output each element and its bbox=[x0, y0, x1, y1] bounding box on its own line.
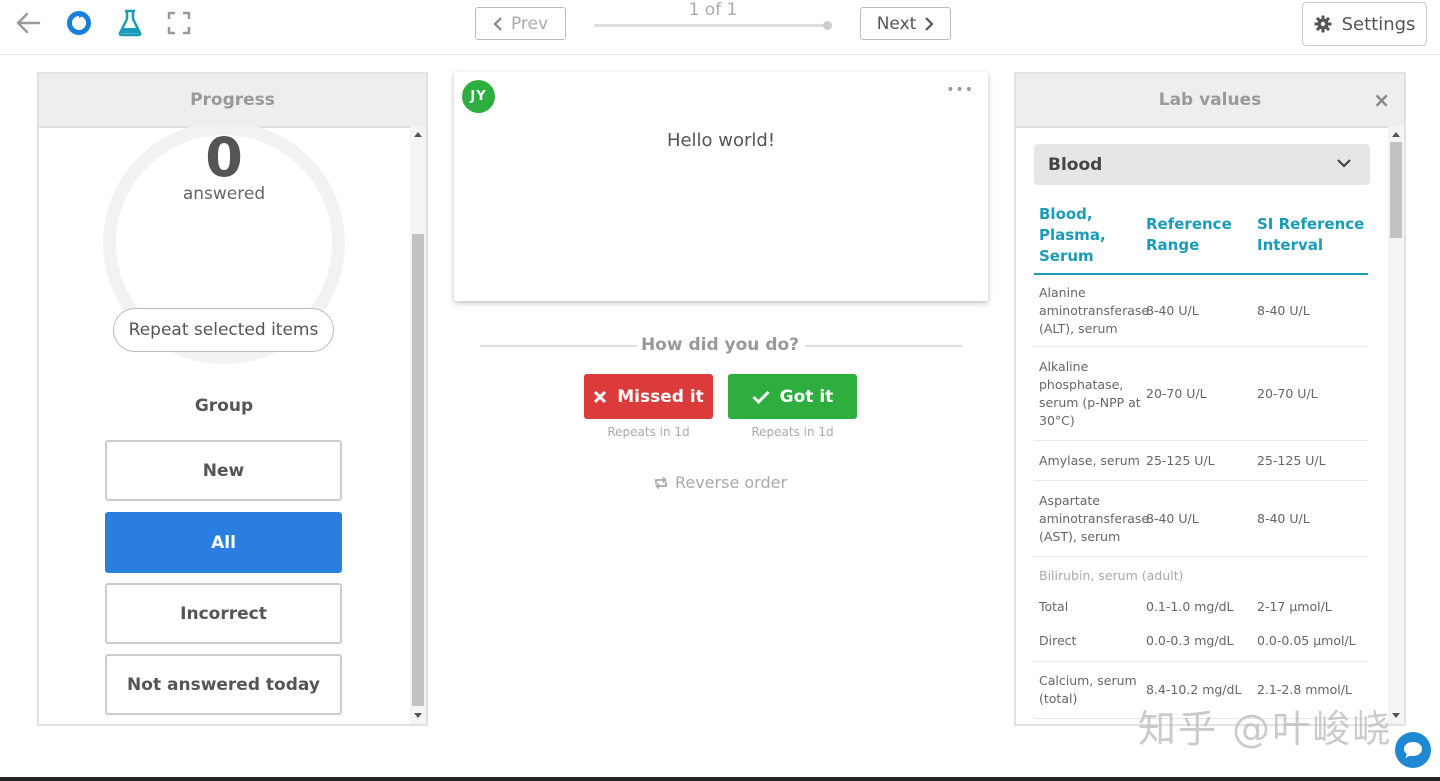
more-options-icon[interactable]: ••• bbox=[946, 82, 974, 98]
flask-icon[interactable] bbox=[115, 8, 145, 38]
scroll-down-arrow-icon[interactable] bbox=[414, 713, 422, 718]
table-row: Aspartate aminotransferase (AST), serum … bbox=[1034, 481, 1368, 557]
table-cell: 0.0-0.3 mg/dL bbox=[1146, 633, 1234, 648]
missed-it-label: Missed it bbox=[617, 386, 704, 407]
table-cell: 2-17 μmol/L bbox=[1257, 599, 1332, 614]
table-cell: 2.1-2.8 mmol/L bbox=[1257, 682, 1352, 697]
divider-left bbox=[480, 345, 637, 347]
lab-table-header: Blood, Plasma, Serum Reference Range SI … bbox=[1034, 204, 1368, 275]
group-new-button[interactable]: New bbox=[105, 440, 342, 501]
flashcard[interactable]: JY ••• Hello world! bbox=[454, 72, 988, 301]
chat-bubble-button[interactable] bbox=[1395, 732, 1431, 768]
group-all-button[interactable]: All bbox=[105, 512, 342, 573]
chevron-right-icon bbox=[925, 16, 934, 31]
missed-it-button[interactable]: Missed it bbox=[584, 374, 713, 419]
settings-button[interactable]: Settings bbox=[1302, 2, 1427, 46]
answered-count: 0 bbox=[205, 126, 243, 189]
back-arrow-icon[interactable] bbox=[13, 8, 43, 38]
answered-label: answered bbox=[182, 184, 266, 204]
progress-scrollbar[interactable] bbox=[410, 126, 426, 724]
group-incorrect-button[interactable]: Incorrect bbox=[105, 583, 342, 644]
bilirubin-section-label: Bilirubin, serum (adult) bbox=[1039, 568, 1184, 583]
retweet-icon bbox=[655, 476, 667, 489]
top-toolbar: Prev 1 of 1 Next Settings bbox=[0, 0, 1440, 55]
got-it-button[interactable]: Got it bbox=[728, 374, 857, 419]
lab-category-value: Blood bbox=[1048, 154, 1103, 175]
next-button[interactable]: Next bbox=[860, 7, 951, 40]
lab-category-select[interactable]: Blood bbox=[1034, 144, 1370, 185]
gear-icon bbox=[1314, 15, 1332, 33]
chat-icon bbox=[1404, 742, 1422, 758]
refresh-circle-icon[interactable] bbox=[64, 8, 94, 38]
table-row: Alanine aminotransferase (ALT), serum 8-… bbox=[1034, 275, 1368, 347]
fullscreen-icon[interactable] bbox=[164, 8, 194, 38]
table-cell: 0.0-0.05 μmol/L bbox=[1257, 633, 1356, 648]
item-progress-handle[interactable] bbox=[823, 21, 832, 30]
item-progress-track[interactable] bbox=[594, 24, 826, 27]
table-cell: 25-125 U/L bbox=[1146, 452, 1215, 468]
table-cell: Direct bbox=[1039, 633, 1077, 648]
repeat-selected-button[interactable]: Repeat selected items bbox=[113, 308, 334, 352]
prev-label: Prev bbox=[510, 13, 549, 34]
table-cell: 8-40 U/L bbox=[1146, 510, 1199, 526]
table-row: Total 0.1-1.0 mg/dL 2-17 μmol/L bbox=[1034, 593, 1368, 621]
table-row: Alkaline phosphatase, serum (p-NPP at 30… bbox=[1034, 347, 1368, 441]
table-cell: Calcium, serum (total) bbox=[1039, 673, 1137, 706]
lab-scrollbar[interactable] bbox=[1388, 126, 1404, 724]
chevron-left-icon bbox=[493, 16, 502, 31]
lab-table: Blood, Plasma, Serum Reference Range SI … bbox=[1034, 204, 1368, 719]
scroll-up-arrow-icon[interactable] bbox=[1392, 132, 1400, 137]
got-it-label: Got it bbox=[779, 386, 834, 407]
scroll-up-arrow-icon[interactable] bbox=[414, 132, 422, 137]
check-icon bbox=[752, 390, 770, 404]
table-cell: 25-125 U/L bbox=[1257, 452, 1326, 468]
chevron-down-icon bbox=[1337, 159, 1351, 168]
next-label: Next bbox=[876, 13, 917, 34]
close-icon bbox=[594, 390, 607, 403]
table-cell: Aspartate aminotransferase (AST), serum bbox=[1039, 492, 1150, 544]
reverse-order-label: Reverse order bbox=[674, 473, 788, 492]
table-row: Direct 0.0-0.3 mg/dL 0.0-0.05 μmol/L bbox=[1034, 621, 1368, 662]
table-cell: Alkaline phosphatase, serum (p-NPP at 30… bbox=[1039, 358, 1141, 428]
table-cell: Total bbox=[1039, 599, 1069, 614]
missed-repeat-note: Repeats in 1d bbox=[607, 425, 690, 439]
group-title: Group bbox=[194, 396, 254, 416]
table-cell: 8.4-10.2 mg/dL bbox=[1146, 682, 1242, 697]
avatar[interactable]: JY bbox=[462, 80, 495, 113]
bottom-edge bbox=[0, 777, 1440, 781]
table-cell: 20-70 U/L bbox=[1257, 385, 1318, 401]
table-row: Amylase, serum 25-125 U/L 25-125 U/L bbox=[1034, 441, 1368, 481]
lab-header-name: Blood, Plasma, Serum bbox=[1039, 205, 1106, 265]
settings-label: Settings bbox=[1341, 13, 1416, 35]
table-cell: Alanine aminotransferase (ALT), serum bbox=[1039, 284, 1150, 336]
prev-button[interactable]: Prev bbox=[475, 7, 566, 40]
group-not-answered-today-button[interactable]: Not answered today bbox=[105, 654, 342, 715]
progress-panel-body: 0 answered Repeat selected items Group N… bbox=[39, 126, 409, 724]
table-cell: 0.1-1.0 mg/dL bbox=[1146, 599, 1234, 614]
review-prompt: How did you do? bbox=[640, 335, 800, 355]
table-cell: 8-40 U/L bbox=[1257, 302, 1310, 318]
lab-values-panel: Lab values × Blood Blood, Plasma, Serum … bbox=[1014, 72, 1406, 726]
lab-scroll-thumb[interactable] bbox=[1390, 142, 1402, 238]
reverse-order-button[interactable]: Reverse order bbox=[600, 473, 840, 492]
scroll-down-arrow-icon[interactable] bbox=[1392, 713, 1400, 718]
close-icon[interactable]: × bbox=[1373, 88, 1390, 112]
item-counter: 1 of 1 bbox=[688, 0, 738, 20]
progress-panel-title: Progress bbox=[39, 74, 426, 128]
table-cell: 20-70 U/L bbox=[1146, 385, 1207, 401]
progress-panel: Progress 0 answered Repeat selected item… bbox=[37, 72, 428, 726]
divider-right bbox=[805, 345, 962, 347]
got-repeat-note: Repeats in 1d bbox=[751, 425, 834, 439]
watermark: 知乎 @叶峻峣 bbox=[1138, 707, 1393, 751]
table-cell: Amylase, serum bbox=[1039, 452, 1140, 468]
lab-header-ref: Reference Range bbox=[1146, 215, 1232, 254]
table-cell: 8-40 U/L bbox=[1146, 302, 1199, 318]
lab-values-title: Lab values bbox=[1016, 74, 1404, 128]
table-cell: 8-40 U/L bbox=[1257, 510, 1310, 526]
progress-scroll-thumb[interactable] bbox=[412, 234, 424, 706]
lab-header-si: SI Reference Interval bbox=[1257, 215, 1365, 254]
card-text: Hello world! bbox=[666, 130, 776, 151]
